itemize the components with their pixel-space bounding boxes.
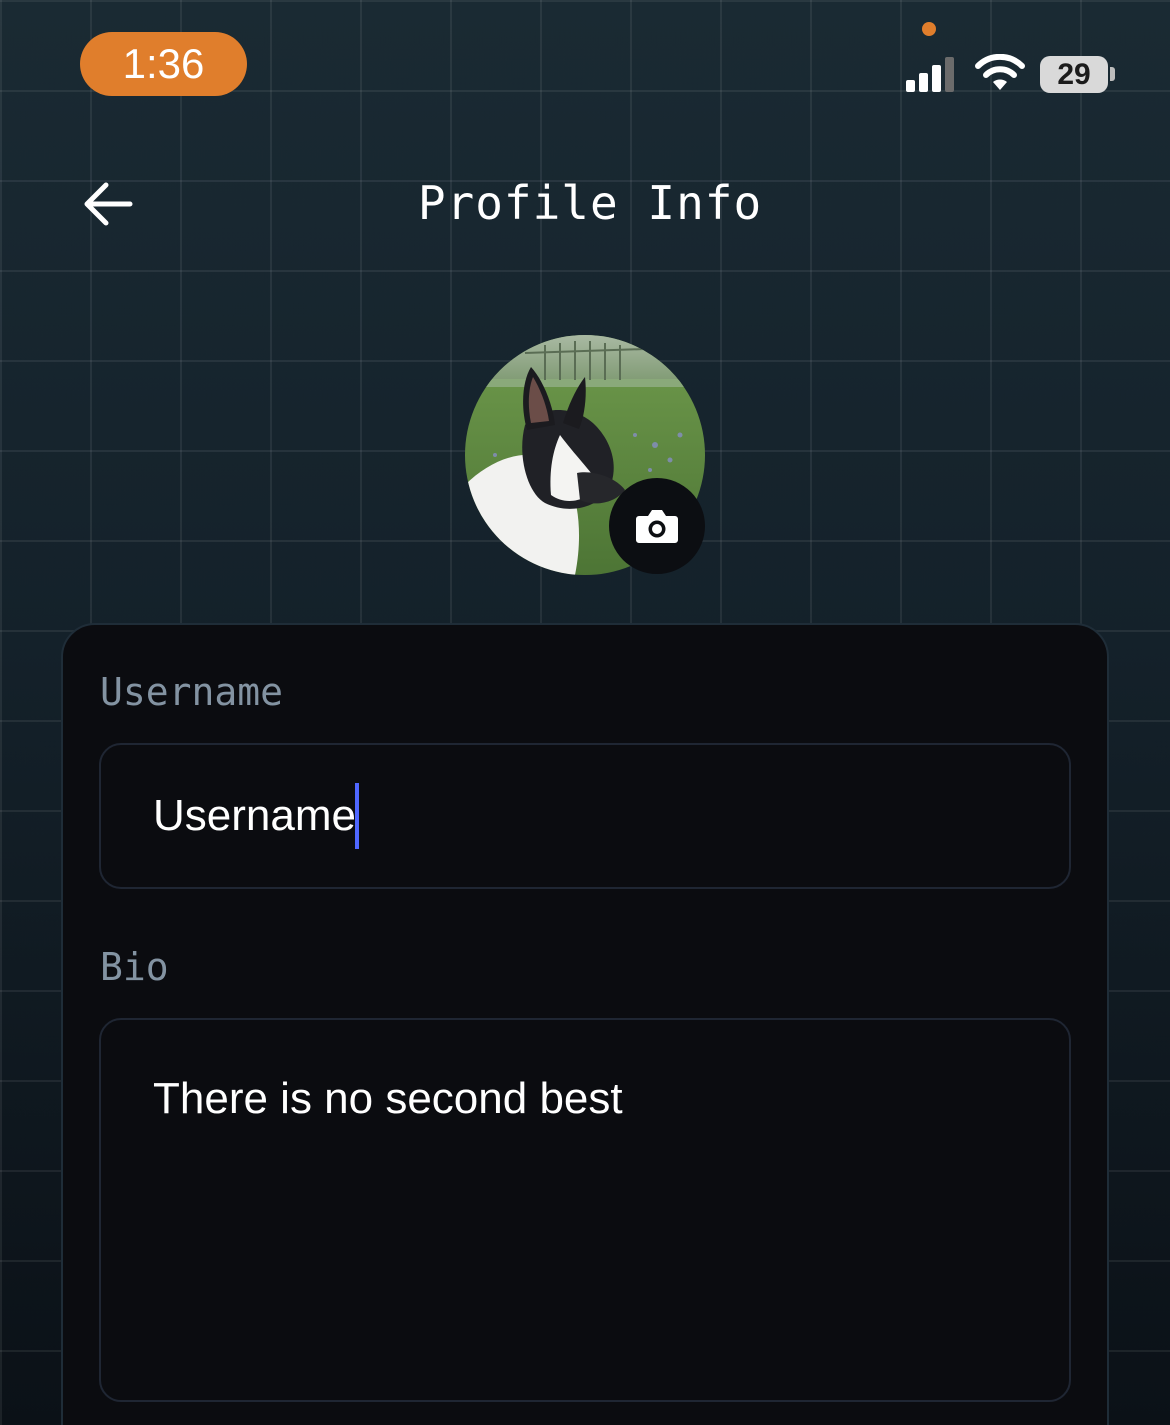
username-value: Username: [153, 791, 356, 840]
camera-icon: [636, 510, 678, 543]
username-input[interactable]: Username: [99, 743, 1071, 889]
wifi-icon: [975, 54, 1025, 90]
recording-indicator-icon: [922, 22, 936, 36]
bio-label: Bio: [100, 945, 169, 989]
battery-tip: [1110, 67, 1115, 81]
bio-textarea[interactable]: There is no second best: [99, 1018, 1071, 1402]
username-label: Username: [100, 670, 284, 714]
status-time: 1:36: [80, 32, 247, 96]
cellular-signal-icon: [906, 57, 954, 92]
change-photo-button[interactable]: [609, 478, 705, 574]
battery-icon: 29: [1040, 56, 1108, 93]
text-caret: [354, 783, 359, 849]
page-title: Profile Info: [417, 176, 763, 230]
bio-value: There is no second best: [153, 1074, 623, 1123]
